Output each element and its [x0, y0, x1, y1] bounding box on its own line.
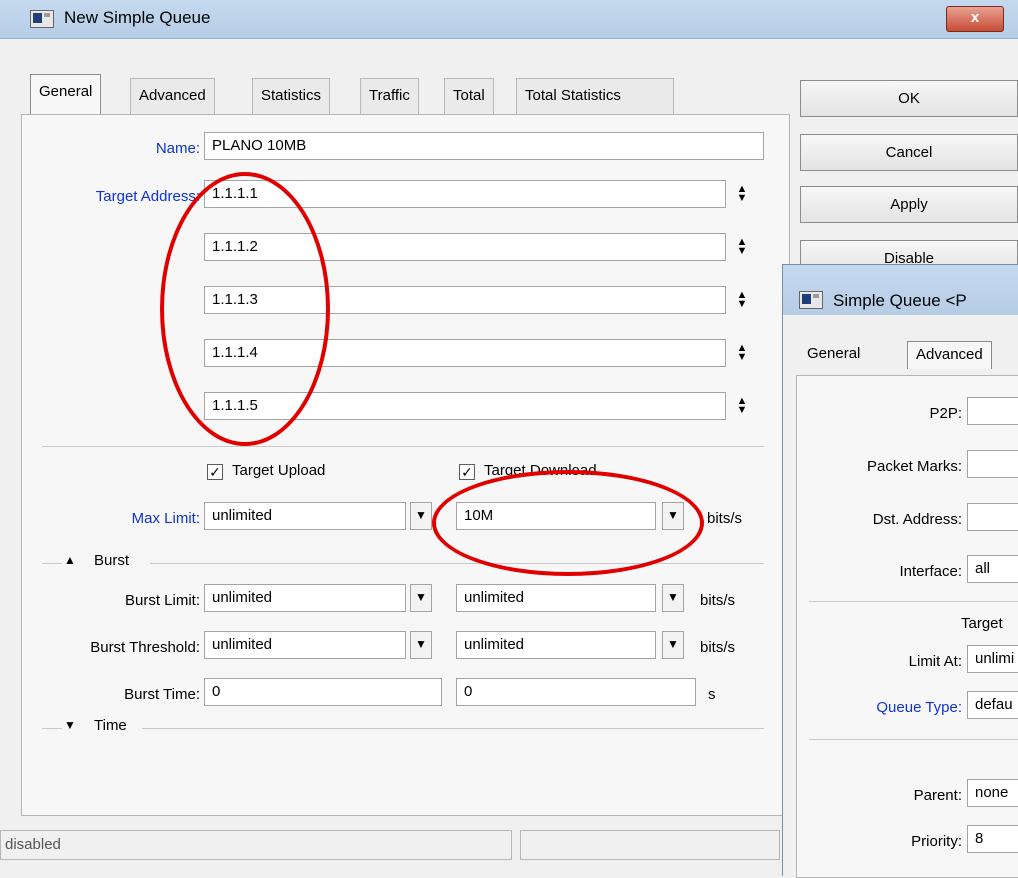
target-address-field-1[interactable]: 1.1.1.1 — [204, 180, 726, 208]
dropdown-arrow-icon[interactable]: ▼ — [662, 584, 684, 612]
p2p-field[interactable] — [967, 397, 1018, 425]
burst-time-download-field[interactable]: 0 — [456, 678, 696, 706]
time-section-label: Time — [94, 717, 127, 734]
target-download-label: Target Download — [484, 462, 597, 479]
burst-time-unit: s — [708, 686, 716, 703]
dst-address-field[interactable] — [967, 503, 1018, 531]
limit-at-field[interactable]: unlimi — [967, 645, 1018, 673]
limit-at-label: Limit At: — [908, 653, 962, 670]
max-limit-download-field[interactable]: 10M — [456, 502, 656, 530]
burst-limit-label: Burst Limit: — [124, 592, 200, 609]
expand-down-icon[interactable]: ▼ — [64, 718, 76, 732]
general-tab-panel — [21, 114, 790, 816]
tab-total[interactable]: Total — [444, 78, 494, 114]
target-address-field-3[interactable]: 1.1.1.3 — [204, 286, 726, 314]
max-limit-unit: bits/s — [707, 510, 743, 527]
title-bar: New Simple Queue x — [0, 0, 1018, 39]
packet-marks-field[interactable] — [967, 450, 1018, 478]
divider — [809, 601, 1018, 602]
target-upload-checkbox[interactable]: ✓ — [207, 464, 223, 480]
dst-address-label: Dst. Address: — [872, 511, 962, 528]
simple-queue-window[interactable]: Simple Queue <P General Advanced P2P: Pa… — [782, 264, 1018, 878]
queue-type-label: Queue Type: — [876, 699, 962, 716]
updown-arrows-icon[interactable]: ▲ ▼ — [735, 237, 749, 258]
updown-arrows-icon[interactable]: ▲ ▼ — [735, 396, 749, 417]
window-title: New Simple Queue — [64, 8, 211, 27]
status-field-secondary — [520, 830, 780, 860]
dropdown-arrow-icon[interactable]: ▼ — [410, 631, 432, 659]
priority-field[interactable]: 8 — [967, 825, 1018, 853]
burst-threshold-download-field[interactable]: unlimited — [456, 631, 656, 659]
close-button[interactable]: x — [946, 6, 1004, 32]
target-address-field-5[interactable]: 1.1.1.5 — [204, 392, 726, 420]
target-address-field-2[interactable]: 1.1.1.2 — [204, 233, 726, 261]
title-bar: Simple Queue <P — [783, 265, 1018, 315]
time-section-line-left — [42, 728, 62, 729]
dropdown-arrow-icon[interactable]: ▼ — [662, 502, 684, 530]
burst-limit-upload-field[interactable]: unlimited — [204, 584, 406, 612]
tab-traffic[interactable]: Traffic — [360, 78, 419, 114]
burst-section-line-left — [42, 563, 62, 564]
tab-total-statistics[interactable]: Total Statistics — [516, 78, 674, 114]
divider — [809, 739, 1018, 740]
dropdown-arrow-icon[interactable]: ▼ — [410, 502, 432, 530]
target-download-checkbox[interactable]: ✓ — [459, 464, 475, 480]
priority-label: Priority: — [911, 833, 962, 850]
tab-general[interactable]: General — [30, 74, 102, 114]
tab-advanced[interactable]: Advanced — [130, 78, 215, 114]
queue-type-field[interactable]: defau — [967, 691, 1018, 719]
parent-label: Parent: — [913, 787, 962, 804]
status-field: disabled — [0, 830, 512, 860]
window-title: Simple Queue <P — [833, 291, 967, 310]
burst-time-upload-field[interactable]: 0 — [204, 678, 442, 706]
ok-button[interactable]: OK — [800, 80, 1018, 117]
parent-field[interactable]: none — [967, 779, 1018, 807]
burst-threshold-unit: bits/s — [700, 639, 736, 656]
tab-statistics[interactable]: Statistics — [252, 78, 331, 114]
name-field[interactable]: PLANO 10MB — [204, 132, 764, 160]
interface-field[interactable]: all — [967, 555, 1018, 583]
interface-label: Interface: — [899, 563, 962, 580]
cancel-button[interactable]: Cancel — [800, 134, 1018, 171]
burst-section-line — [150, 563, 764, 564]
burst-limit-download-field[interactable]: unlimited — [456, 584, 656, 612]
name-label: Name: — [155, 140, 200, 157]
target-column-header: Target — [961, 615, 1003, 632]
close-icon[interactable]: x — [971, 9, 979, 26]
dropdown-arrow-icon[interactable]: ▼ — [410, 584, 432, 612]
updown-arrows-icon[interactable]: ▲ ▼ — [735, 184, 749, 205]
target-upload-label: Target Upload — [232, 462, 326, 479]
dropdown-arrow-icon[interactable]: ▼ — [662, 631, 684, 659]
burst-time-label: Burst Time: — [124, 686, 200, 703]
burst-threshold-label: Burst Threshold: — [90, 639, 200, 656]
collapse-up-icon[interactable]: ▲ — [64, 553, 76, 567]
window-app-icon — [30, 10, 54, 28]
tab-general[interactable]: General — [807, 345, 860, 362]
burst-threshold-upload-field[interactable]: unlimited — [204, 631, 406, 659]
updown-arrows-icon[interactable]: ▲ ▼ — [735, 290, 749, 311]
updown-arrows-icon[interactable]: ▲ ▼ — [735, 343, 749, 364]
burst-section-label: Burst — [94, 552, 130, 569]
window-app-icon — [799, 291, 823, 309]
tab-advanced[interactable]: Advanced — [907, 341, 992, 369]
time-section-line — [142, 728, 764, 729]
apply-button[interactable]: Apply — [800, 186, 1018, 223]
packet-marks-label: Packet Marks: — [866, 458, 962, 475]
p2p-label: P2P: — [929, 405, 962, 422]
target-address-label: Target Address: — [95, 188, 200, 205]
max-limit-upload-field[interactable]: unlimited — [204, 502, 406, 530]
target-address-field-4[interactable]: 1.1.1.4 — [204, 339, 726, 367]
burst-limit-unit: bits/s — [700, 592, 736, 609]
max-limit-label: Max Limit: — [131, 510, 200, 527]
divider — [42, 446, 764, 447]
